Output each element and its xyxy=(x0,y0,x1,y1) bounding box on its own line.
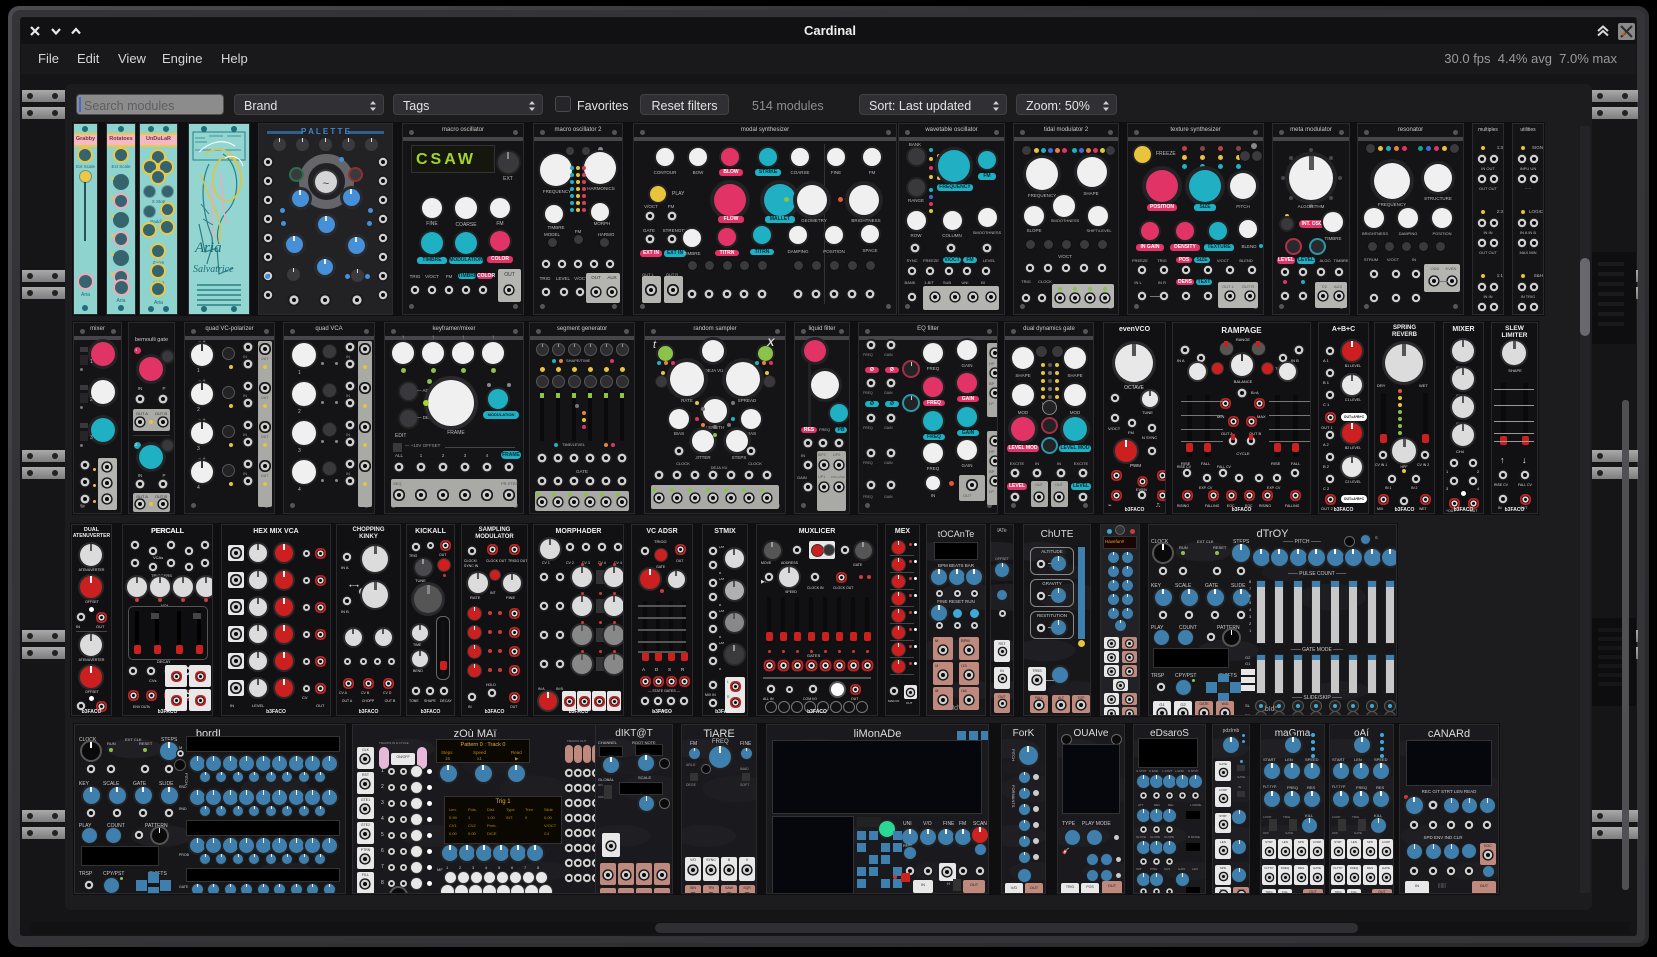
svg-text:Salvatrice: Salvatrice xyxy=(193,264,234,275)
svg-text:Aria: Aria xyxy=(194,240,222,256)
